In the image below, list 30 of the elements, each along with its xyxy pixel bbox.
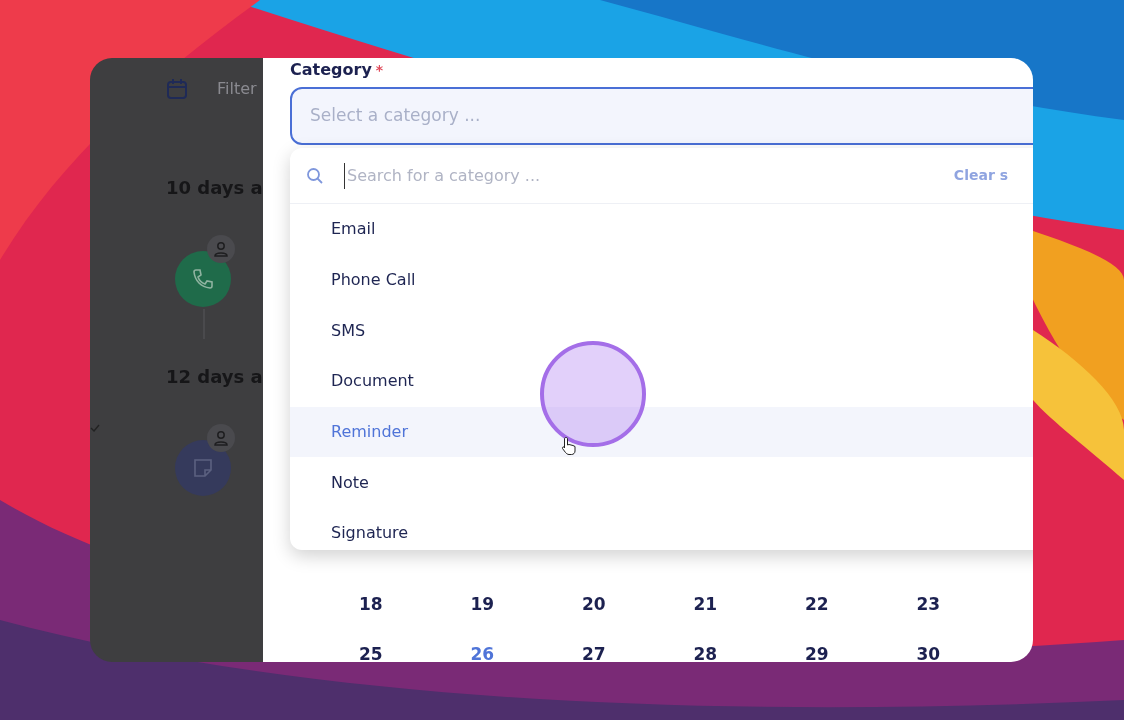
category-option[interactable]: Reminder (290, 406, 1033, 458)
calendar-day[interactable]: 21 (649, 592, 761, 618)
search-icon (306, 166, 324, 185)
person-icon (214, 430, 228, 446)
category-option[interactable]: Signature (290, 508, 1033, 550)
calendar-day[interactable]: 22 (761, 592, 873, 618)
category-option[interactable]: Email (290, 204, 1033, 255)
calendar-day[interactable]: 30 (872, 642, 984, 662)
category-option[interactable]: Phone Call (290, 254, 1033, 306)
calendar-icon[interactable] (166, 78, 188, 100)
required-mark: * (375, 62, 384, 78)
category-option[interactable]: Note (290, 457, 1033, 509)
pointer-cursor-icon (561, 436, 577, 456)
category-option[interactable]: Document (290, 356, 1033, 407)
calendar-day[interactable]: 28 (649, 642, 761, 662)
calendar-day[interactable]: 27 (538, 642, 650, 662)
calendar-day[interactable]: 19 (426, 592, 538, 618)
calendar-day[interactable]: 26 (426, 642, 538, 662)
calendar-day[interactable]: 18 (315, 592, 427, 618)
person-icon (214, 241, 228, 257)
search-field[interactable]: Search for a category ... (344, 162, 904, 189)
calendar-day[interactable]: 20 (538, 592, 650, 618)
calendar-day[interactable]: 29 (761, 642, 873, 662)
phone-icon (191, 267, 215, 291)
check-icon (90, 424, 100, 432)
note-icon (192, 457, 214, 479)
calendar-day[interactable]: 23 (872, 592, 984, 618)
field-label: Category (290, 60, 372, 79)
calendar-day[interactable]: 25 (315, 642, 427, 662)
category-option[interactable]: SMS (290, 305, 1033, 357)
